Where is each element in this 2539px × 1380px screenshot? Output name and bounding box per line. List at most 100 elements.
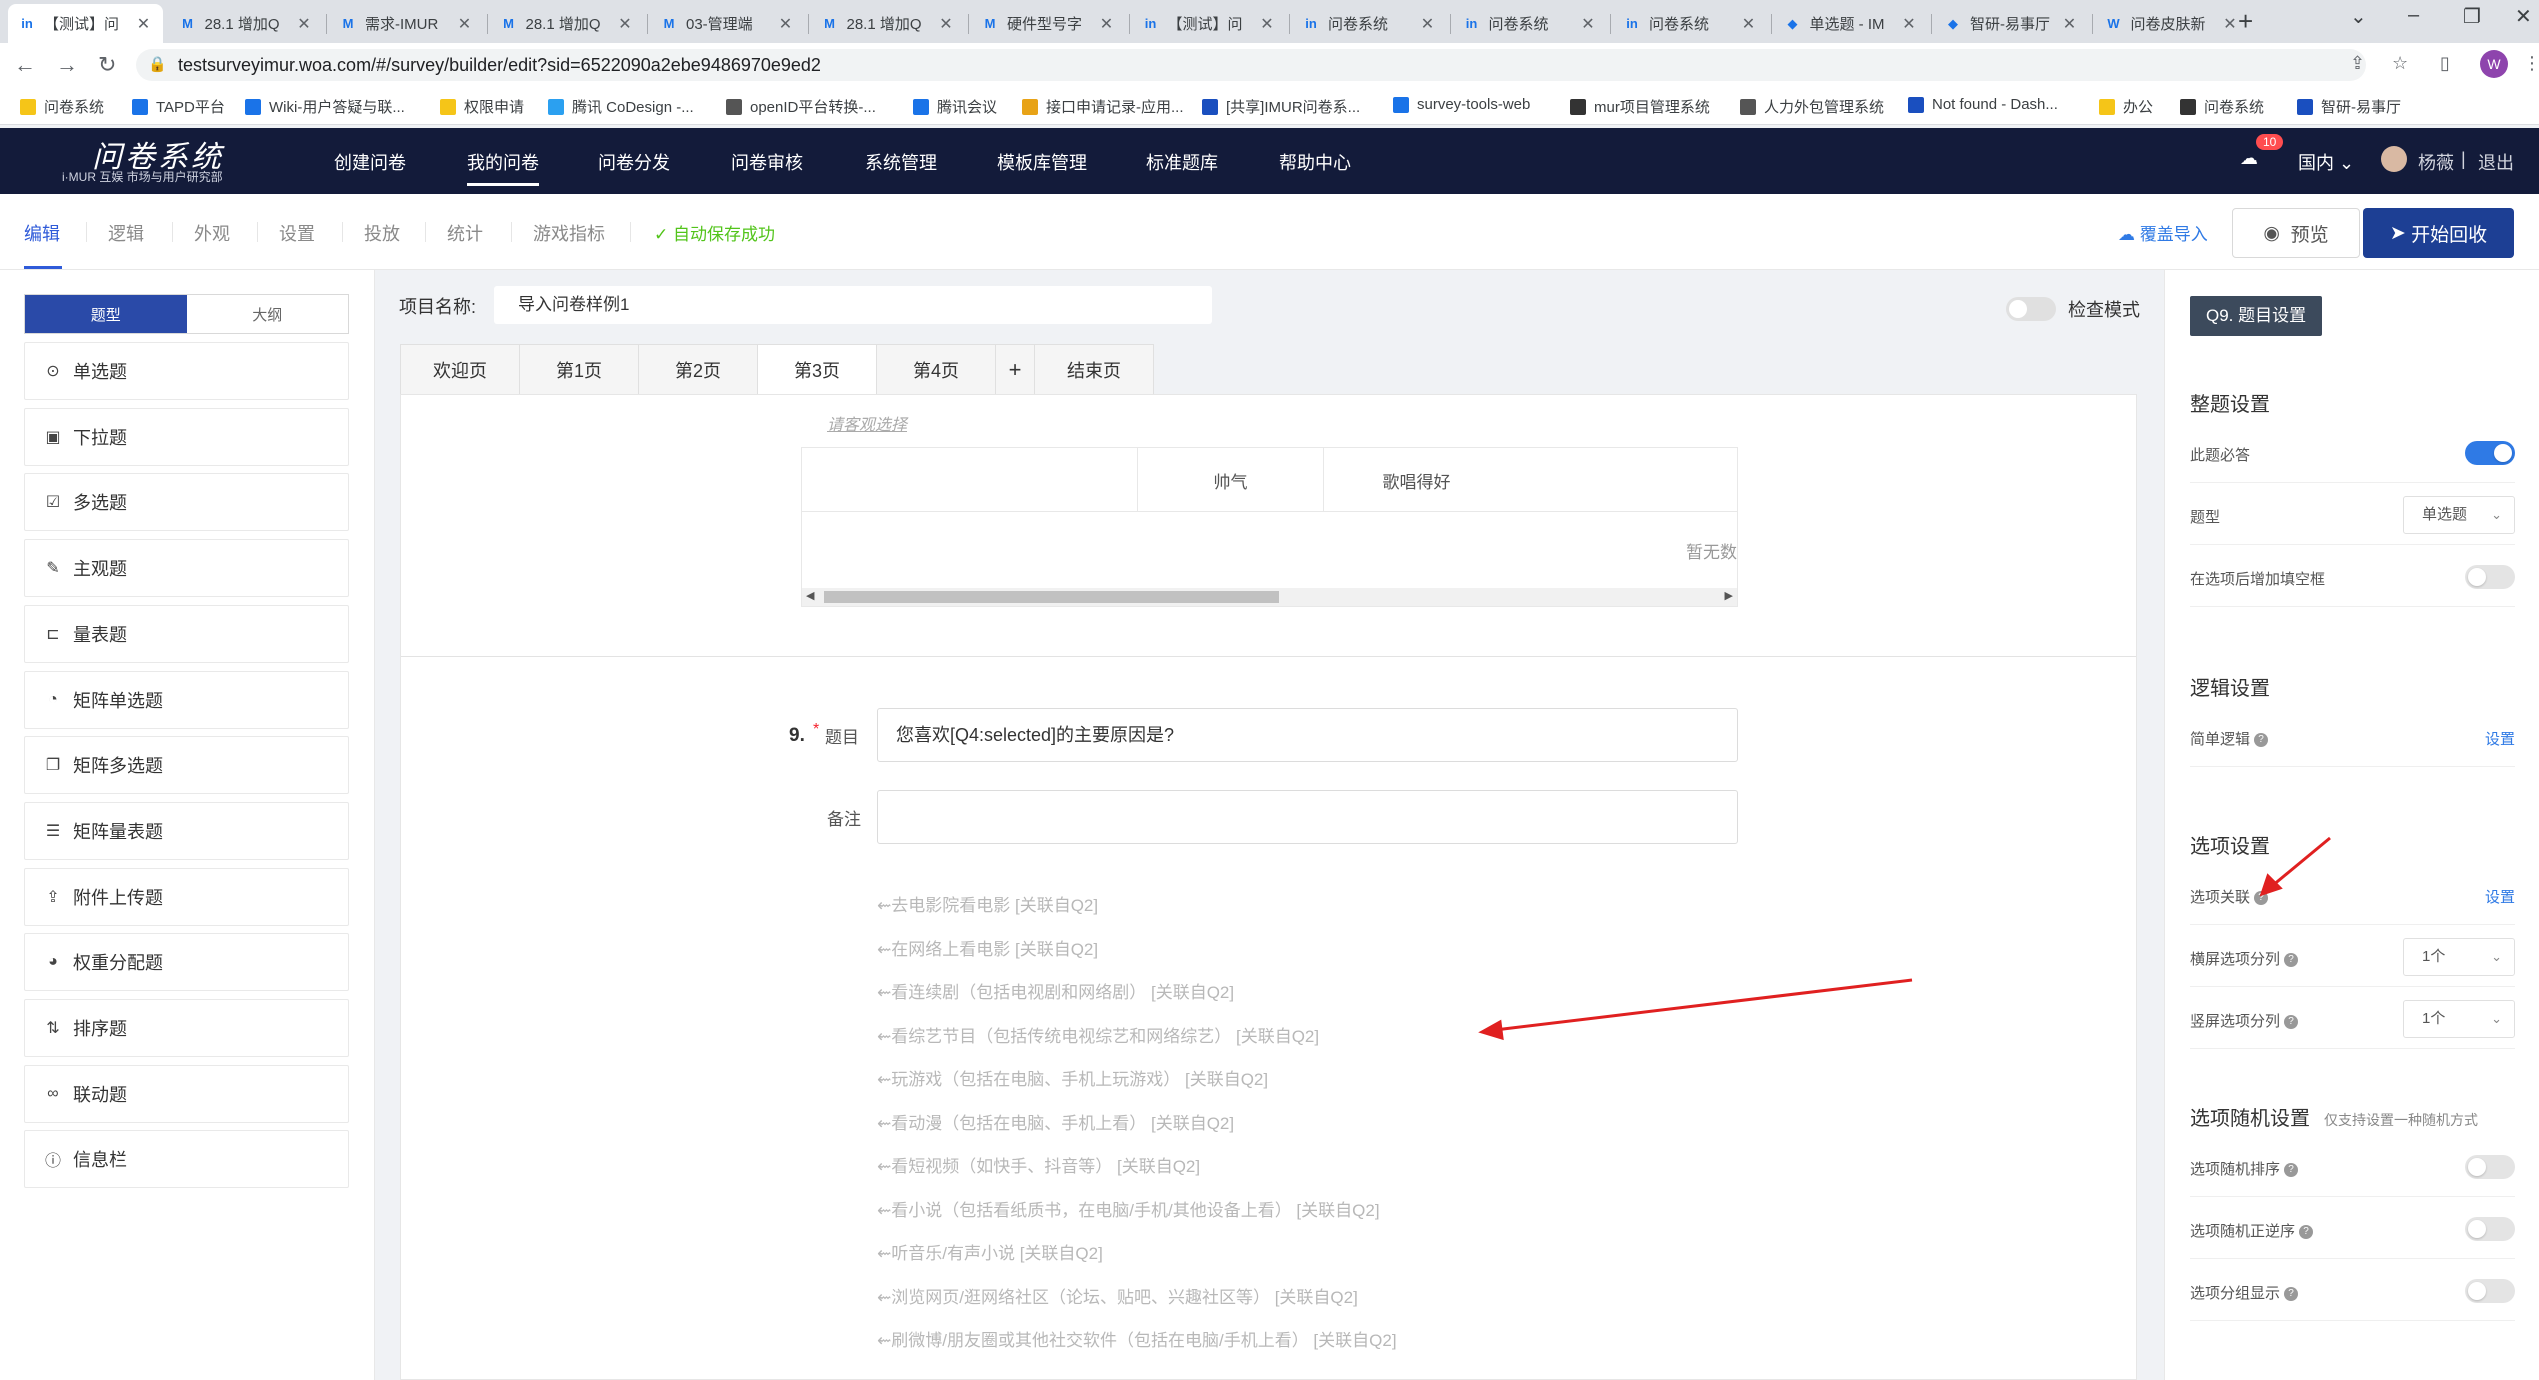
start-collect-button[interactable]: ➤ 开始回收: [2363, 208, 2514, 258]
bookmark-item[interactable]: 接口申请记录-应用...: [1022, 96, 1184, 117]
question-type-4[interactable]: ⊏ 量表题: [24, 604, 349, 663]
option-item[interactable]: ⇜看短视频（如快手、抖音等） [关联自Q2]: [877, 1152, 1200, 1177]
tab-close-icon[interactable]: ✕: [456, 14, 474, 34]
matrix-scrollbar[interactable]: ◀ ▶: [802, 588, 1737, 606]
tab-close-icon[interactable]: ✕: [1258, 14, 1276, 34]
nav-item[interactable]: 模板库管理: [997, 149, 1087, 175]
bookmark-item[interactable]: TAPD平台: [132, 96, 225, 117]
group-display-toggle[interactable]: [2465, 1279, 2515, 1303]
nav-item[interactable]: 帮助中心: [1279, 149, 1351, 175]
bookmark-item[interactable]: 权限申请: [440, 96, 524, 117]
tab-close-icon[interactable]: ✕: [777, 14, 795, 34]
option-item[interactable]: ⇜去电影院看电影 [关联自Q2]: [877, 891, 1098, 916]
tab-close-icon[interactable]: ✕: [2061, 14, 2079, 34]
tab-search-icon[interactable]: ⌄: [2350, 4, 2367, 29]
bookmark-item[interactable]: openID平台转换-...: [726, 96, 876, 117]
scrollbar-thumb[interactable]: [824, 591, 1279, 603]
bookmark-item[interactable]: 智研-易事厅: [2297, 96, 2401, 117]
reload-icon[interactable]: ↻: [98, 52, 116, 78]
tab-close-icon[interactable]: ✕: [1098, 14, 1116, 34]
previous-question-block[interactable]: 请客观选择 帅气 歌唱得好 暂无数 ◀ ▶: [401, 395, 2136, 657]
browser-tab[interactable]: ◆ 智研-易事厅 ✕: [1934, 4, 2089, 43]
browser-tab[interactable]: M 需求-IMUR ✕: [329, 4, 484, 43]
page-tab[interactable]: 第1页: [519, 344, 639, 394]
sidepanel-icon[interactable]: ▯: [2440, 53, 2450, 74]
profile-avatar[interactable]: W: [2480, 50, 2508, 78]
editor-tab[interactable]: 逻辑: [108, 220, 144, 246]
user-name[interactable]: 杨薇: [2418, 149, 2454, 175]
help-icon[interactable]: ?: [2284, 1287, 2299, 1302]
region-select[interactable]: 国内 ⌄: [2298, 149, 2354, 175]
bookmark-item[interactable]: 问卷系统: [2180, 96, 2264, 117]
browser-tab[interactable]: in 问卷系统 ✕: [1292, 4, 1447, 43]
nav-item[interactable]: 系统管理: [865, 149, 937, 175]
question-type-9[interactable]: ◕ 权重分配题: [24, 933, 349, 992]
browser-tab[interactable]: M 28.1 增加Q ✕: [169, 4, 324, 43]
notification-icon[interactable]: ☁: [2240, 148, 2258, 169]
scroll-left-icon[interactable]: ◀: [806, 589, 814, 602]
simple-logic-set-link[interactable]: 设置: [2485, 728, 2515, 749]
bookmark-item[interactable]: 腾讯会议: [913, 96, 997, 117]
lock-icon[interactable]: 🔒: [148, 55, 167, 73]
minimize-icon[interactable]: –: [2408, 4, 2419, 27]
question-note-input[interactable]: [877, 790, 1738, 844]
back-icon[interactable]: ←: [14, 52, 36, 78]
question-title-input[interactable]: 您喜欢[Q4:selected]的主要原因是?: [877, 708, 1738, 762]
option-item[interactable]: ⇜看小说（包括看纸质书，在电脑/手机/其他设备上看） [关联自Q2]: [877, 1196, 1380, 1221]
question-type-3[interactable]: ✎ 主观题: [24, 539, 349, 598]
random-order-toggle[interactable]: [2465, 1155, 2515, 1179]
forward-icon[interactable]: →: [56, 52, 78, 78]
help-icon[interactable]: ?: [2254, 891, 2269, 906]
option-item[interactable]: ⇜刷微博/朋友圈或其他社交软件（包括在电脑/手机上看） [关联自Q2]: [877, 1326, 1397, 1351]
browser-tab[interactable]: M 28.1 增加Q ✕: [490, 4, 645, 43]
bookmark-item[interactable]: 腾讯 CoDesign -...: [548, 96, 694, 117]
window-close-icon[interactable]: ✕: [2515, 4, 2532, 29]
option-item[interactable]: ⇜听音乐/有声小说 [关联自Q2]: [877, 1239, 1103, 1264]
add-page-button[interactable]: +: [995, 344, 1035, 394]
page-tab[interactable]: 欢迎页: [400, 344, 520, 394]
preview-button[interactable]: ◉ 预览: [2232, 208, 2360, 258]
nav-item[interactable]: 问卷分发: [598, 149, 670, 175]
question-type-8[interactable]: ⇪ 附件上传题: [24, 867, 349, 926]
help-icon[interactable]: ?: [2299, 1225, 2314, 1240]
browser-tab[interactable]: W 问卷皮肤新 ✕: [2095, 4, 2250, 43]
import-button[interactable]: ☁ 覆盖导入: [2118, 220, 2208, 245]
tab-close-icon[interactable]: ✕: [295, 14, 313, 34]
nav-item[interactable]: 问卷审核: [731, 149, 803, 175]
question-type-6[interactable]: ❐ 矩阵多选题: [24, 736, 349, 795]
browser-tab[interactable]: in 【测试】问 ✕: [8, 4, 163, 43]
editor-tab[interactable]: 游戏指标: [533, 220, 605, 246]
add-blank-toggle[interactable]: [2465, 565, 2515, 589]
bookmark-item[interactable]: survey-tools-web: [1393, 96, 1530, 113]
bookmark-item[interactable]: Wiki-用户答疑与联...: [245, 96, 405, 117]
tab-close-icon[interactable]: ✕: [1740, 14, 1758, 34]
browser-tab[interactable]: M 03-管理端 ✕: [650, 4, 805, 43]
editor-tab[interactable]: 编辑: [24, 220, 60, 246]
random-reverse-toggle[interactable]: [2465, 1217, 2515, 1241]
option-item[interactable]: ⇜在网络上看电影 [关联自Q2]: [877, 935, 1098, 960]
help-icon[interactable]: ?: [2284, 1163, 2299, 1178]
bookmark-item[interactable]: [共享]IMUR问卷系...: [1202, 96, 1360, 117]
bookmark-star-icon[interactable]: ☆: [2392, 53, 2408, 74]
url-input[interactable]: 🔒 testsurveyimur.woa.com/#/survey/builde…: [136, 49, 2366, 81]
question-type-10[interactable]: ⇅ 排序题: [24, 999, 349, 1057]
browser-tab[interactable]: ◆ 单选题 - IM ✕: [1774, 4, 1929, 43]
type-select[interactable]: 单选题 ⌄: [2403, 496, 2515, 534]
bookmark-item[interactable]: 人力外包管理系统: [1740, 96, 1884, 117]
question-type-1[interactable]: ▣ 下拉题: [24, 407, 349, 466]
user-avatar[interactable]: [2381, 146, 2407, 172]
check-mode-toggle[interactable]: [2006, 297, 2056, 321]
option-item[interactable]: ⇜浏览网页/逛网络社区（论坛、贴吧、兴趣社区等） [关联自Q2]: [877, 1283, 1358, 1308]
question-type-12[interactable]: ⓘ 信息栏: [24, 1130, 349, 1189]
nav-item[interactable]: 创建问卷: [334, 149, 406, 175]
editor-tab[interactable]: 统计: [447, 220, 483, 246]
browser-tab[interactable]: in 【测试】问 ✕: [1132, 4, 1287, 43]
bookmark-item[interactable]: mur项目管理系统: [1570, 96, 1710, 117]
bookmark-item[interactable]: Not found - Dash...: [1908, 96, 2058, 113]
scroll-right-icon[interactable]: ▶: [1725, 589, 1733, 602]
option-item[interactable]: ⇜看综艺节目（包括传统电视综艺和网络综艺） [关联自Q2]: [877, 1022, 1319, 1047]
page-tab[interactable]: 第3页: [757, 344, 877, 394]
option-item[interactable]: ⇜看连续剧（包括电视剧和网络剧） [关联自Q2]: [877, 978, 1234, 1003]
browser-tab[interactable]: M 硬件型号字 ✕: [971, 4, 1126, 43]
page-tab[interactable]: 第2页: [638, 344, 758, 394]
